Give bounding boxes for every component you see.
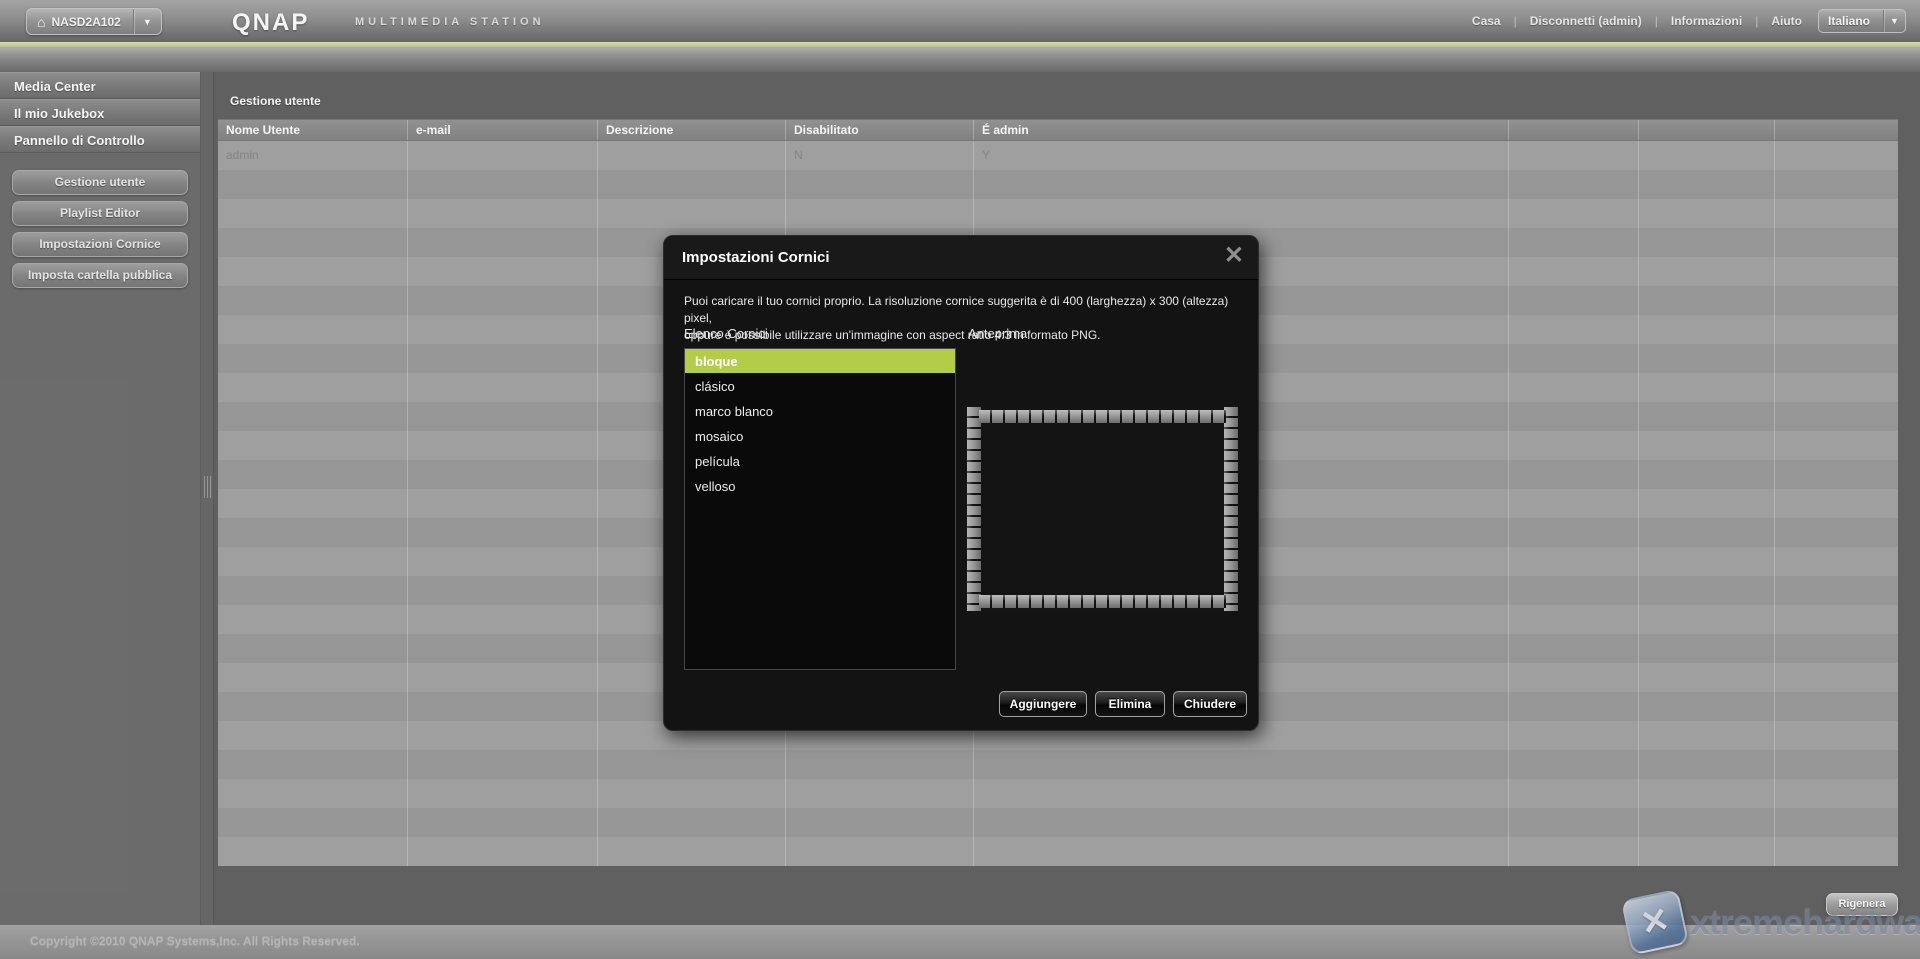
dialog-button-elimina[interactable]: Elimina (1095, 691, 1165, 717)
dialog-button-row: Aggiungere Elimina Chiudere (664, 691, 1247, 717)
frame-tile-bottom (979, 595, 1226, 608)
frame-settings-dialog: Impostazioni Cornici ✕ Puoi caricare il … (663, 235, 1259, 731)
frame-list-item[interactable]: velloso (685, 474, 955, 499)
frame-list-item[interactable]: bloque (685, 349, 955, 374)
frame-list-label: Elenco Cornici (684, 326, 768, 341)
description-line: oppure è possibile utilizzare un'immagin… (684, 327, 1246, 344)
frame-tile-right (1224, 407, 1238, 611)
dialog-title-bar: Impostazioni Cornici ✕ (664, 236, 1258, 280)
dialog-button-chiudere[interactable]: Chiudere (1173, 691, 1247, 717)
frame-preview (967, 407, 1238, 611)
close-icon[interactable]: ✕ (1224, 244, 1244, 268)
dialog-title: Impostazioni Cornici (682, 249, 830, 266)
frame-tile-top (979, 410, 1226, 423)
frame-list-item[interactable]: marco blanco (685, 399, 955, 424)
frame-tile-left (967, 407, 981, 611)
dialog-button-aggiungere[interactable]: Aggiungere (999, 691, 1087, 717)
frame-list-item[interactable]: mosaico (685, 424, 955, 449)
preview-label: Anteprima (968, 326, 1027, 341)
frame-list: bloqueclásicomarco blancomosaicopelícula… (684, 348, 956, 670)
dialog-description: Puoi caricare il tuo cornici proprio. La… (684, 293, 1246, 344)
description-line: Puoi caricare il tuo cornici proprio. La… (684, 293, 1246, 327)
frame-list-item[interactable]: película (685, 449, 955, 474)
frame-list-item[interactable]: clásico (685, 374, 955, 399)
